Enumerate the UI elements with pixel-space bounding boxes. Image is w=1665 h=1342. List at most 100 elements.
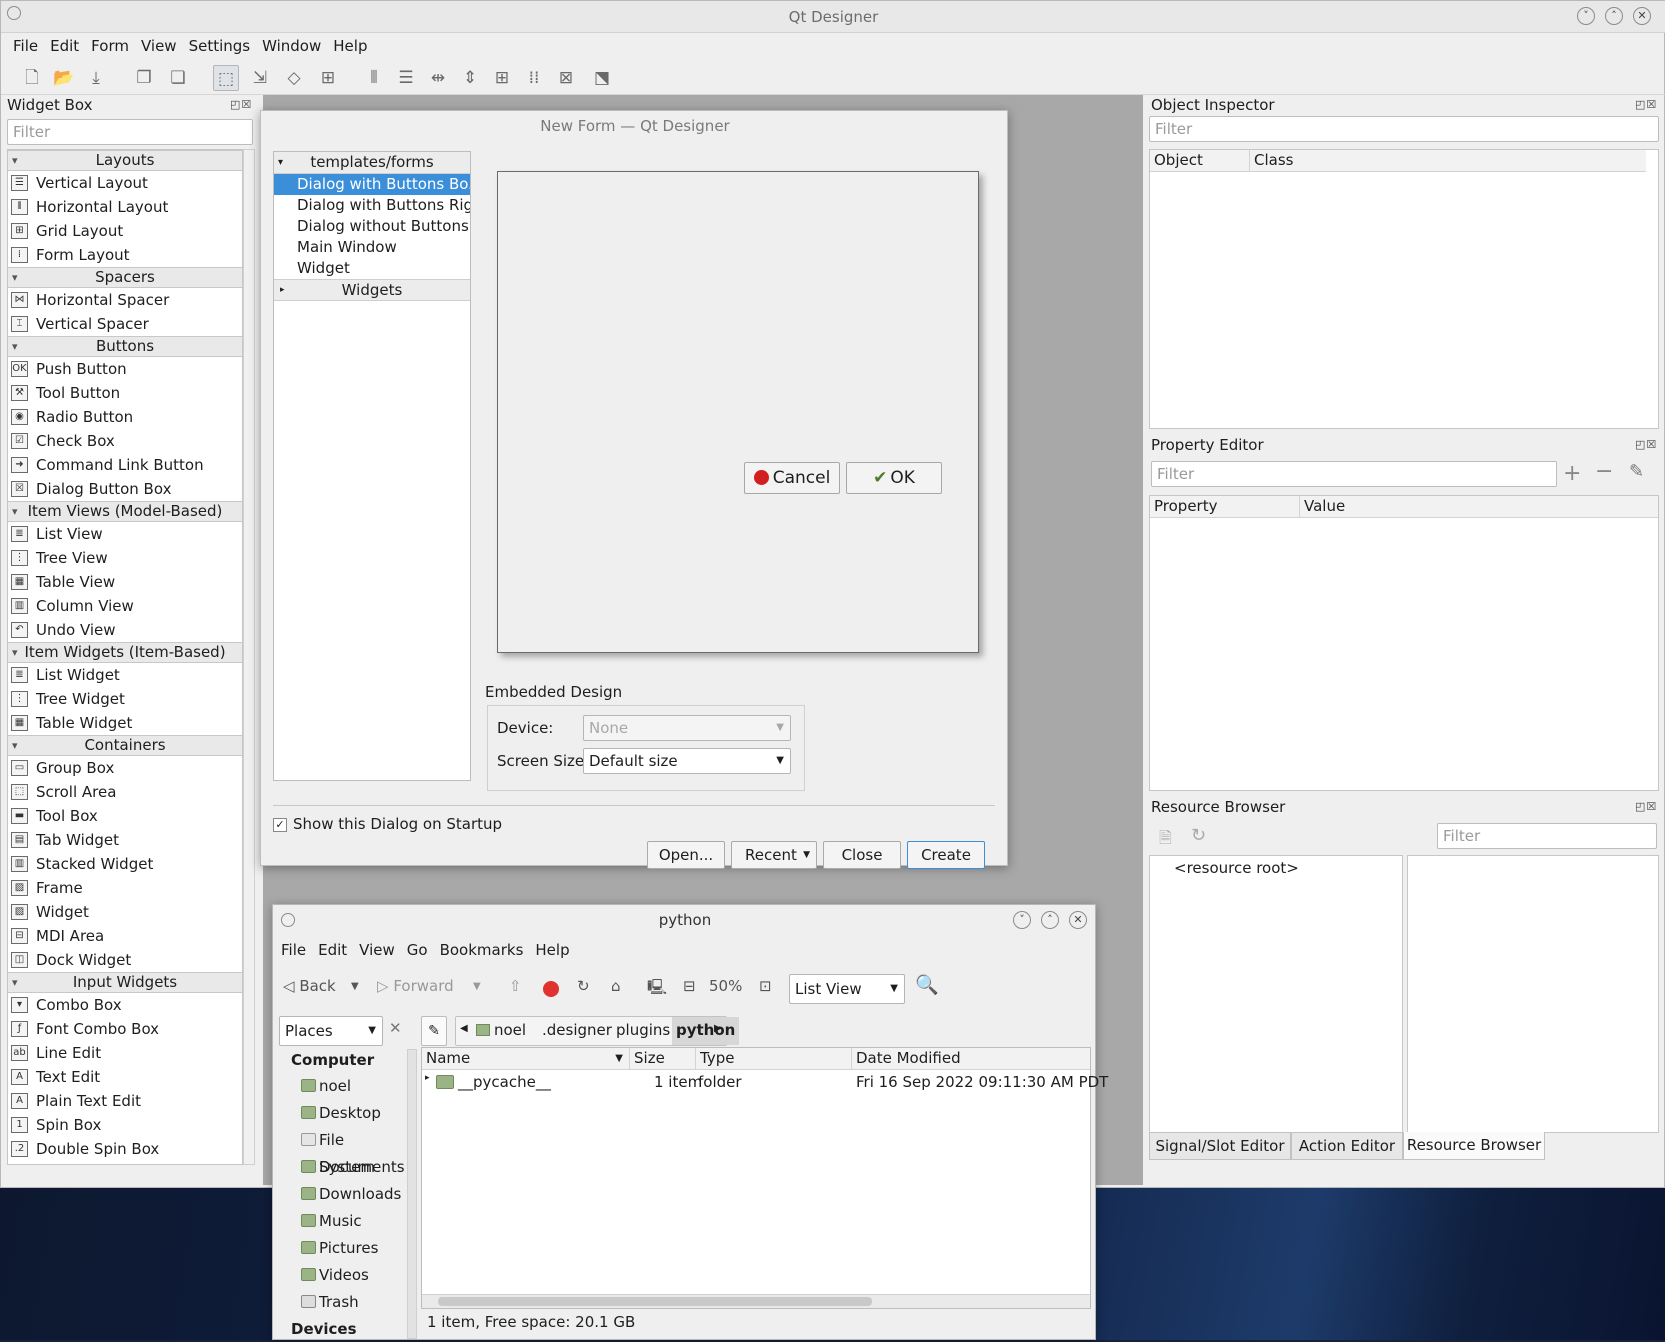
col-name[interactable]: Name ▼ <box>422 1048 630 1070</box>
widget-item[interactable]: ☑ Check Box <box>8 429 242 453</box>
object-inspector-tree[interactable]: Object Class <box>1149 149 1659 429</box>
menu-view[interactable]: View <box>135 33 183 55</box>
expand-right-icon[interactable]: ▸ <box>425 1073 430 1083</box>
widget-category[interactable]: Containers <box>8 735 242 756</box>
break-layout-icon[interactable]: ⊠ <box>553 65 579 91</box>
lay-out-form-icon[interactable]: ⁞⁞ <box>521 65 547 91</box>
widget-item[interactable]: ◉ Radio Button <box>8 405 242 429</box>
template-item[interactable]: Dialog with Buttons Right <box>274 195 470 216</box>
close-button[interactable]: Close <box>823 841 901 869</box>
fm-menu-file[interactable]: File <box>275 941 312 959</box>
configure-icon[interactable]: ✎ <box>1629 461 1644 482</box>
tab-action-editor[interactable]: Action Editor <box>1291 1132 1403 1160</box>
computer-icon[interactable]: 🖳 <box>647 977 667 1002</box>
template-item[interactable]: Widget <box>274 258 470 279</box>
resource-root[interactable]: <resource root> <box>1174 859 1299 877</box>
widget-item[interactable]: 1 Spin Box <box>8 1113 242 1137</box>
widget-item[interactable]: ☰ Vertical Layout <box>8 171 242 195</box>
screen-size-combo[interactable]: Default size ▼ <box>583 748 791 774</box>
widget-item[interactable]: ◫ Dock Widget <box>8 948 242 972</box>
breadcrumb-noel[interactable]: noel <box>494 1021 526 1039</box>
menu-file[interactable]: File <box>7 33 44 55</box>
open-form-icon[interactable]: 📂 <box>51 65 77 91</box>
col-class[interactable]: Class <box>1250 150 1646 172</box>
col-modified[interactable]: Date Modified <box>852 1048 1090 1070</box>
widget-item[interactable]: ☒ Dialog Button Box <box>8 477 242 501</box>
fm-menu-go[interactable]: Go <box>401 941 434 959</box>
col-type[interactable]: Type <box>696 1048 852 1070</box>
back-history-icon[interactable]: ▼ <box>351 981 359 992</box>
close-sidebar-icon[interactable]: ✕ <box>389 1019 402 1037</box>
col-value[interactable]: Value <box>1300 496 1658 518</box>
col-property[interactable]: Property <box>1150 496 1300 518</box>
widget-category[interactable]: Spacers <box>8 267 242 288</box>
property-editor-filter[interactable]: Filter <box>1151 461 1557 487</box>
home-icon[interactable]: ⌂ <box>611 977 621 995</box>
widget-item[interactable]: ▨ Widget <box>8 900 242 924</box>
maximize-icon[interactable]: ˄ <box>1041 911 1059 929</box>
breadcrumb-right-icon[interactable]: ▶ <box>714 1023 722 1034</box>
places-combo[interactable]: Places ▼ <box>279 1016 383 1046</box>
widget-item[interactable]: ab Line Edit <box>8 1041 242 1065</box>
table-row[interactable]: ▸ __pycache__ 1 item folder Fri 16 Sep 2… <box>422 1071 1108 1093</box>
add-property-icon[interactable]: + <box>1563 461 1581 486</box>
resource-tree[interactable]: <resource root> <box>1149 855 1403 1133</box>
widget-item[interactable]: ⋮ Tree Widget <box>8 687 242 711</box>
place-downloads[interactable]: Downloads <box>279 1181 403 1208</box>
widget-item[interactable]: ▭ Group Box <box>8 756 242 780</box>
stop-icon[interactable] <box>543 981 559 997</box>
edit-widgets-icon[interactable]: ⬚ <box>213 65 239 91</box>
save-form-icon[interactable]: ⤓ <box>83 65 109 91</box>
widget-box-scrollbar[interactable] <box>243 149 255 1165</box>
widget-item[interactable]: ▥ Column View <box>8 594 242 618</box>
splitter-horizontal-icon[interactable]: ⇹ <box>425 65 451 91</box>
search-icon[interactable]: 🔍 <box>915 973 939 996</box>
tree-header-templates[interactable]: ▾ templates/forms <box>274 152 470 174</box>
startup-checkbox[interactable]: ✓ <box>273 818 287 832</box>
widget-item[interactable]: ⌶ Vertical Spacer <box>8 312 242 336</box>
widget-box-dock-buttons[interactable]: ◰☒ <box>230 98 252 111</box>
view-mode-combo[interactable]: List View ▼ <box>789 974 905 1004</box>
breadcrumb-python[interactable]: python <box>672 1017 740 1045</box>
widget-item[interactable]: ▥ Stacked Widget <box>8 852 242 876</box>
adjust-size-icon[interactable]: ⬔ <box>589 65 615 91</box>
widget-category[interactable]: Layouts <box>8 150 242 171</box>
menu-help[interactable]: Help <box>327 33 373 55</box>
templates-tree[interactable]: ▾ templates/forms Dialog with Buttons Bo… <box>273 151 471 781</box>
back-button[interactable]: ◁ Back <box>283 977 336 995</box>
chevron-down-icon[interactable]: ▼ <box>890 975 898 1003</box>
bring-to-front-icon[interactable]: ❏ <box>165 65 191 91</box>
edit-signals-slots-icon[interactable]: ⇲ <box>247 65 273 91</box>
widget-category[interactable]: Item Views (Model-Based) <box>8 501 242 522</box>
forward-button[interactable]: ▷ Forward <box>377 977 454 995</box>
forward-history-icon[interactable]: ▼ <box>473 981 481 992</box>
widget-item[interactable]: ↶ Undo View <box>8 618 242 642</box>
widget-box-filter[interactable]: Filter <box>7 119 253 145</box>
widget-item[interactable]: ⋈ Horizontal Spacer <box>8 288 242 312</box>
up-icon[interactable]: ⇧ <box>509 977 522 995</box>
widget-item[interactable]: ➜ Command Link Button <box>8 453 242 477</box>
minimize-icon[interactable]: ˅ <box>1013 911 1031 929</box>
widget-item[interactable]: ƒ Font Combo Box <box>8 1017 242 1041</box>
widget-item[interactable]: .2 Double Spin Box <box>8 1137 242 1161</box>
widget-item[interactable]: ⁞ Form Layout <box>8 243 242 267</box>
edit-buddies-icon[interactable]: ◇ <box>281 65 307 91</box>
widget-item[interactable]: ⦀ Horizontal Layout <box>8 195 242 219</box>
edit-location-icon[interactable]: ✎ <box>421 1016 447 1046</box>
close-icon[interactable]: ✕ <box>1069 911 1087 929</box>
create-button[interactable]: Create <box>907 841 985 869</box>
widget-item[interactable]: ▬ Tool Box <box>8 804 242 828</box>
expand-right-icon[interactable]: ▸ <box>280 280 285 301</box>
close-icon[interactable]: ✕ <box>1633 7 1651 25</box>
widget-category[interactable]: Buttons <box>8 336 242 357</box>
place-music[interactable]: Music <box>279 1208 403 1235</box>
resource-browser-filter[interactable]: Filter <box>1437 823 1657 849</box>
menu-settings[interactable]: Settings <box>183 33 257 55</box>
sort-descending-icon[interactable]: ▼ <box>615 1048 623 1069</box>
widget-item[interactable]: ⊞ Grid Layout <box>8 219 242 243</box>
widget-item[interactable]: ⊟ MDI Area <box>8 924 242 948</box>
file-list[interactable]: Name ▼ Size Type Date Modified ▸ __pycach… <box>421 1047 1108 1309</box>
menu-form[interactable]: Form <box>85 33 135 55</box>
minimize-icon[interactable]: ˅ <box>1577 7 1595 25</box>
fm-menu-edit[interactable]: Edit <box>312 941 353 959</box>
